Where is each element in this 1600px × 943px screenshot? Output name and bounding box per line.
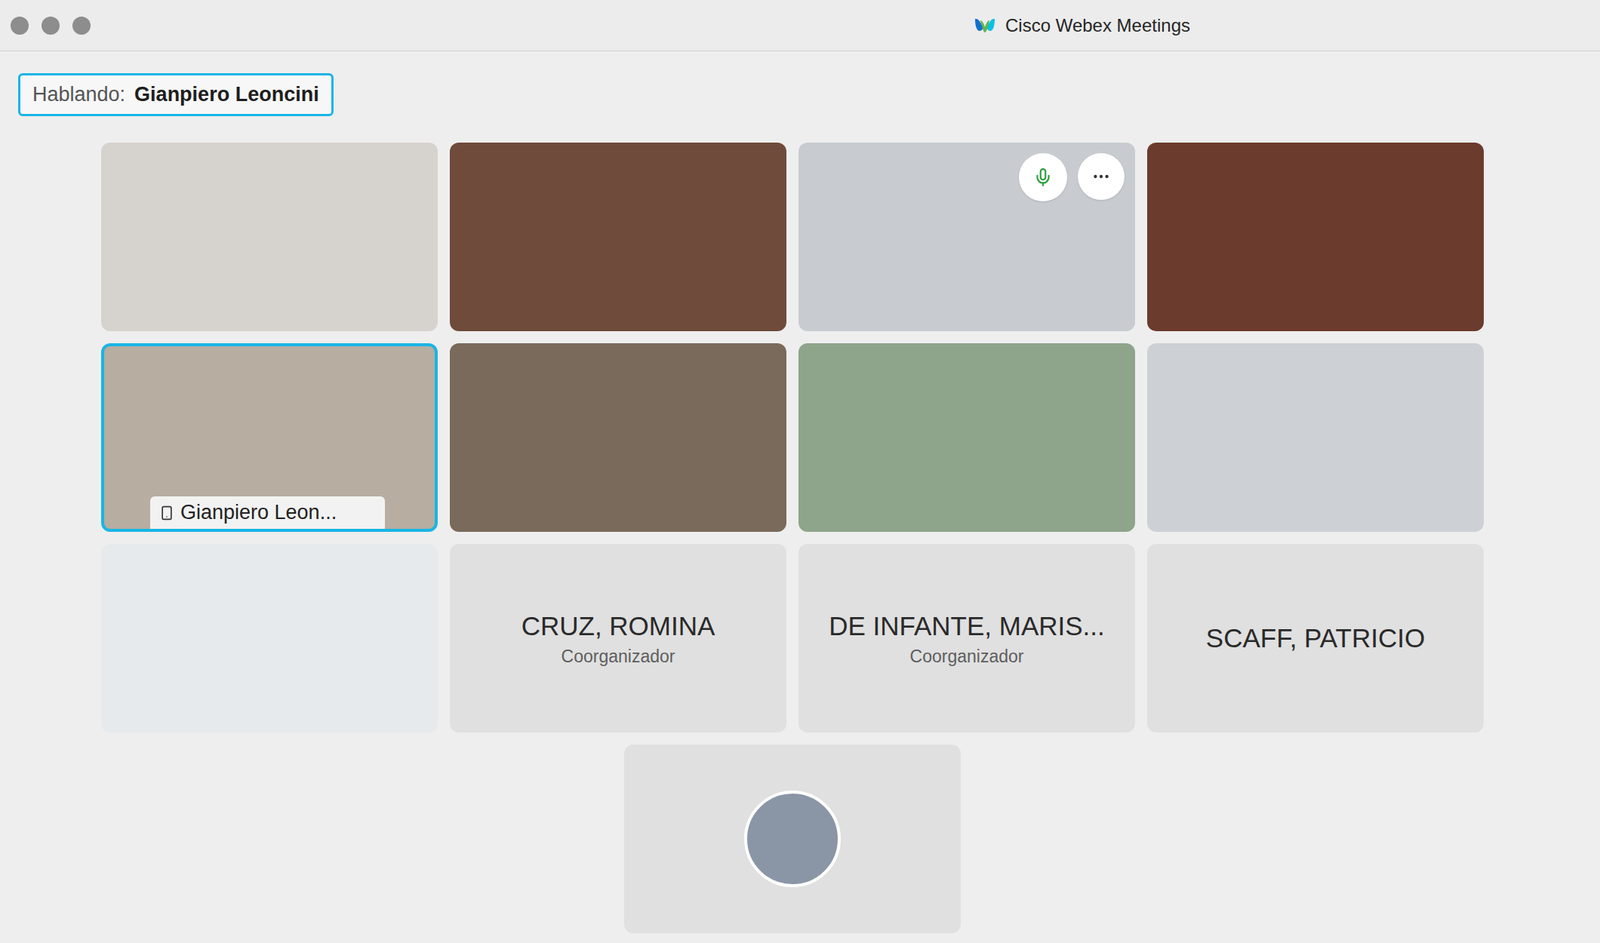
participant-name: CRUZ, ROMINA [521,609,716,644]
participant-tile[interactable]: SCAFF, PATRICIO [1147,544,1484,733]
participant-tile[interactable]: DE INFANTE, MARIS...Coorganizador [798,544,1136,733]
close-button[interactable] [10,16,29,35]
webex-logo-icon [973,15,997,36]
participant-tile[interactable] [101,544,438,733]
participant-tile[interactable]: Gianpiero Leon... [101,343,438,533]
participant-grid: Gianpiero Leon...CRUZ, ROMINACoorganizad… [101,142,1484,733]
title-bar: Cisco Webex Meetings [0,0,1600,52]
window-title: Cisco Webex Meetings [1005,12,1191,40]
participant-label: Gianpiero Leon... [150,496,385,530]
participant-tile[interactable] [449,343,787,533]
participant-tile[interactable] [1147,343,1484,533]
webex-window: Cisco Webex Meetings Hablando:Gianpiero L… [0,0,1600,943]
participant-tile[interactable] [624,744,961,934]
avatar-photo [744,790,841,888]
mic-icon [1033,167,1053,188]
participant-role: Coorganizador [561,646,676,668]
phone-icon [159,505,175,521]
mic-button[interactable] [1018,153,1068,202]
speaking-indicator: Hablando:Gianpiero Leoncini [18,73,334,117]
minimize-button[interactable] [41,16,60,35]
participant-tile[interactable] [798,142,1136,332]
participant-name: DE INFANTE, MARIS... [828,609,1105,644]
participant-tile[interactable] [1147,142,1484,332]
more-icon [1091,166,1111,187]
participant-tile[interactable] [101,142,438,332]
participant-tile[interactable] [798,343,1136,533]
participant-tile[interactable] [449,142,787,332]
participant-role: Coorganizador [910,646,1025,668]
participant-tile[interactable]: CRUZ, ROMINACoorganizador [449,544,787,733]
zoom-button[interactable] [72,16,91,35]
more-button[interactable] [1077,153,1125,200]
participant-name: SCAFF, PATRICIO [1206,621,1425,656]
